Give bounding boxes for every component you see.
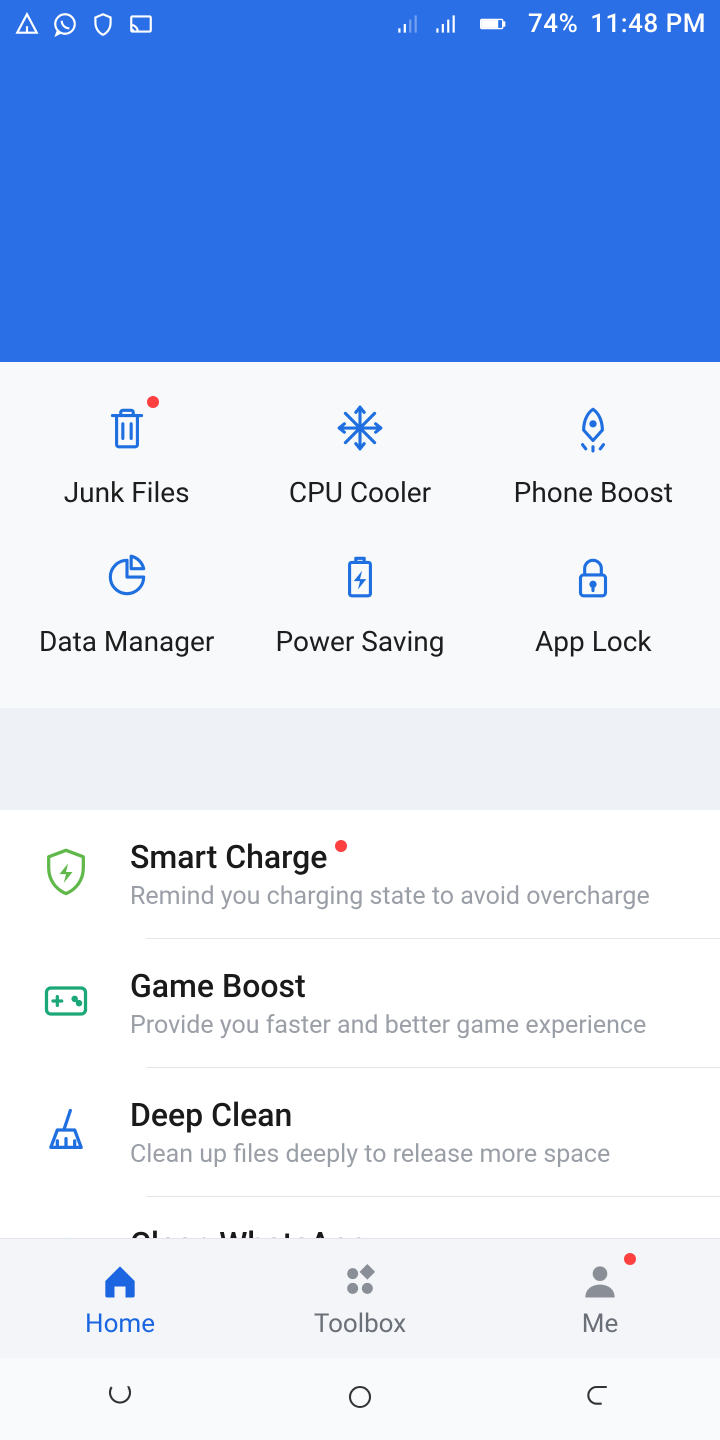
shield-outline-icon [90, 11, 116, 37]
notification-dot [624, 1253, 636, 1265]
broom-icon [36, 1100, 96, 1160]
tool-phone-boost[interactable]: Phone Boost [477, 400, 710, 509]
cast-icon [128, 11, 154, 37]
tool-label: Data Manager [39, 625, 214, 658]
feature-title: Deep Clean [130, 1096, 696, 1134]
bottom-tabs: Home Toolbox Me [0, 1238, 720, 1358]
trash-icon [99, 400, 155, 456]
battery-bolt-icon [332, 549, 388, 605]
signal-strong-icon [432, 11, 458, 37]
home-icon [98, 1259, 142, 1303]
apps-icon [338, 1259, 382, 1303]
status-bar: 74% 11:48 PM [0, 0, 720, 48]
rocket-icon [565, 400, 621, 456]
tool-app-lock[interactable]: App Lock [477, 549, 710, 658]
tool-label: Phone Boost [514, 476, 673, 509]
pie-chart-icon [99, 549, 155, 605]
tool-cpu-cooler[interactable]: CPU Cooler [243, 400, 476, 509]
tab-label: Me [582, 1309, 619, 1339]
gamepad-icon [36, 971, 96, 1031]
notification-dot [335, 840, 347, 852]
tool-power-saving[interactable]: Power Saving [243, 549, 476, 658]
tool-data-manager[interactable]: Data Manager [10, 549, 243, 658]
tab-label: Home [85, 1309, 155, 1339]
notification-dot [147, 396, 159, 408]
feature-deep-clean[interactable]: Deep Clean Clean up files deeply to rele… [36, 1068, 720, 1197]
tools-grid: Junk Files CPU Cooler Phone Boost Data M… [0, 362, 720, 708]
tab-me[interactable]: Me [480, 1239, 720, 1358]
feature-subtitle: Remind you charging state to avoid overc… [130, 882, 696, 911]
feature-list: Smart Charge Remind you charging state t… [0, 810, 720, 1289]
signal-weak-icon [394, 11, 420, 37]
feature-title: Game Boost [130, 967, 696, 1005]
shield-bolt-icon [36, 842, 96, 902]
tab-label: Toolbox [314, 1309, 406, 1339]
tool-label: Power Saving [276, 625, 445, 658]
lock-icon [565, 549, 621, 605]
feature-subtitle: Provide you faster and better game exper… [130, 1011, 696, 1040]
tool-label: CPU Cooler [289, 476, 431, 509]
person-icon [578, 1259, 622, 1303]
android-nav-bar [0, 1358, 720, 1440]
hero-header [0, 0, 720, 408]
battery-percent: 74% [528, 9, 578, 39]
feature-subtitle: Clean up files deeply to release more sp… [130, 1140, 696, 1169]
tab-toolbox[interactable]: Toolbox [240, 1239, 480, 1358]
feature-smart-charge[interactable]: Smart Charge Remind you charging state t… [36, 810, 720, 939]
tool-label: App Lock [535, 625, 652, 658]
recent-apps-button[interactable] [100, 1377, 140, 1421]
whatsapp-icon [52, 11, 78, 37]
battery-icon [470, 11, 516, 37]
feature-title: Smart Charge [130, 838, 696, 876]
feature-game-boost[interactable]: Game Boost Provide you faster and better… [36, 939, 720, 1068]
snowflake-icon [332, 400, 388, 456]
notif-triangle-icon [14, 11, 40, 37]
tab-home[interactable]: Home [0, 1239, 240, 1358]
clock: 11:48 PM [590, 9, 706, 39]
tool-junk-files[interactable]: Junk Files [10, 400, 243, 509]
home-button[interactable] [340, 1377, 380, 1421]
back-button[interactable] [580, 1377, 620, 1421]
tool-label: Junk Files [64, 476, 190, 509]
